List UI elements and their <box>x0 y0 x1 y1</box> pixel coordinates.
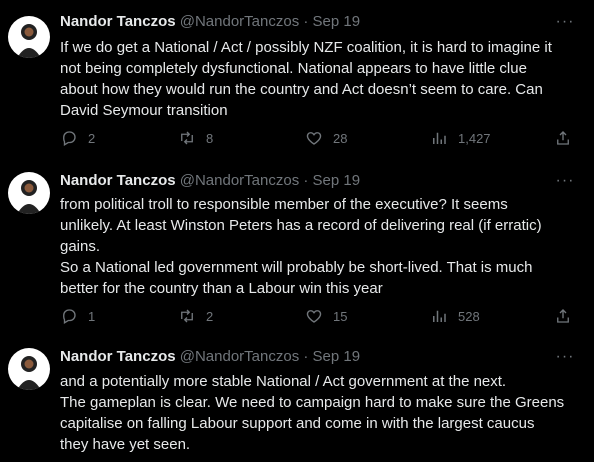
reply-button[interactable]: 2 <box>60 128 95 148</box>
retweet-button[interactable]: 8 <box>178 128 213 148</box>
author-name[interactable]: Nandor Tanczos <box>60 13 176 30</box>
reply-button[interactable]: 1 <box>60 306 95 326</box>
tweet-line: If we do get a National / Act / possibly… <box>60 39 552 56</box>
retweet-count: 2 <box>206 308 214 324</box>
reply-icon <box>63 309 76 324</box>
tweet-line: unlikely. At least Winston Peters has a … <box>60 217 542 234</box>
avatar[interactable] <box>8 16 50 58</box>
like-count: 28 <box>333 130 348 146</box>
like-count: 15 <box>333 308 348 324</box>
tweet-line: and a potentially more stable National /… <box>60 373 507 390</box>
tweet[interactable]: Nandor Tanczos @NandorTanczos · Sep 19 ·… <box>0 340 594 462</box>
reply-count: 2 <box>88 130 96 146</box>
avatar[interactable] <box>8 172 50 214</box>
heart-icon <box>306 132 322 145</box>
views-button[interactable]: 528 <box>430 306 480 326</box>
tweet-actions: 1 2 15 528 <box>60 306 580 326</box>
tweet-line: better for the country than a Labour win… <box>60 280 383 297</box>
tweet-header: Nandor Tanczos @NandorTanczos · Sep 19 <box>60 346 360 368</box>
views-icon <box>433 132 446 144</box>
tweet-line: not being completely dysfunctional. Nati… <box>60 60 527 77</box>
more-options-icon[interactable]: ··· <box>555 349 575 370</box>
separator-dot: · <box>303 13 309 30</box>
tweet-thread: Nandor Tanczos @NandorTanczos · Sep 19 ·… <box>0 0 594 462</box>
author-name[interactable]: Nandor Tanczos <box>60 348 176 365</box>
views-button[interactable]: 1,427 <box>430 128 491 148</box>
separator-dot: · <box>303 348 309 365</box>
tweet-actions: 2 8 28 1,427 <box>60 128 580 148</box>
avatar[interactable] <box>8 348 50 390</box>
tweet[interactable]: Nandor Tanczos @NandorTanczos · Sep 19 ·… <box>0 0 594 160</box>
like-button[interactable]: 28 <box>305 128 347 148</box>
tweet-line: capitalise on falling Labour support and… <box>60 415 535 432</box>
share-icon <box>557 309 569 323</box>
tweet-line: gains. <box>60 238 101 255</box>
like-button[interactable]: 15 <box>305 306 347 326</box>
tweet-date[interactable]: Sep 19 <box>313 172 361 189</box>
tweet-line: they have yet seen. <box>60 436 191 453</box>
tweet[interactable]: Nandor Tanczos @NandorTanczos · Sep 19 ·… <box>0 160 594 340</box>
tweet-line: So a National led government will probab… <box>60 259 533 276</box>
tweet-header: Nandor Tanczos @NandorTanczos · Sep 19 <box>60 170 360 192</box>
tweet-date[interactable]: Sep 19 <box>313 13 361 30</box>
views-count: 1,427 <box>458 130 491 146</box>
tweet-date[interactable]: Sep 19 <box>313 348 361 365</box>
heart-icon <box>306 310 322 323</box>
views-icon <box>433 310 446 322</box>
retweet-count: 8 <box>206 130 214 146</box>
share-button[interactable] <box>554 128 572 148</box>
separator-dot: · <box>303 172 309 189</box>
retweet-button[interactable]: 2 <box>178 306 213 326</box>
tweet-line: from political troll to responsible memb… <box>60 196 508 213</box>
more-options-icon[interactable]: ··· <box>555 173 575 194</box>
reply-count: 1 <box>88 308 96 324</box>
author-handle[interactable]: @NandorTanczos <box>180 172 299 189</box>
tweet-header: Nandor Tanczos @NandorTanczos · Sep 19 <box>60 11 360 33</box>
author-handle[interactable]: @NandorTanczos <box>180 13 299 30</box>
more-options-icon[interactable]: ··· <box>555 14 575 35</box>
views-count: 528 <box>458 308 480 324</box>
author-handle[interactable]: @NandorTanczos <box>180 348 299 365</box>
share-button[interactable] <box>554 306 572 326</box>
tweet-line: about how they would run the country and… <box>60 81 543 98</box>
tweet-text: from political troll to responsible memb… <box>60 194 585 299</box>
tweet-line: David Seymour transition <box>60 102 228 119</box>
retweet-icon <box>181 131 193 145</box>
author-name[interactable]: Nandor Tanczos <box>60 172 176 189</box>
reply-icon <box>63 131 76 146</box>
tweet-text: If we do get a National / Act / possibly… <box>60 37 585 121</box>
tweet-text: and a potentially more stable National /… <box>60 371 585 455</box>
share-icon <box>557 131 569 145</box>
tweet-line: The gameplan is clear. We need to campai… <box>60 394 565 411</box>
retweet-icon <box>181 309 193 323</box>
